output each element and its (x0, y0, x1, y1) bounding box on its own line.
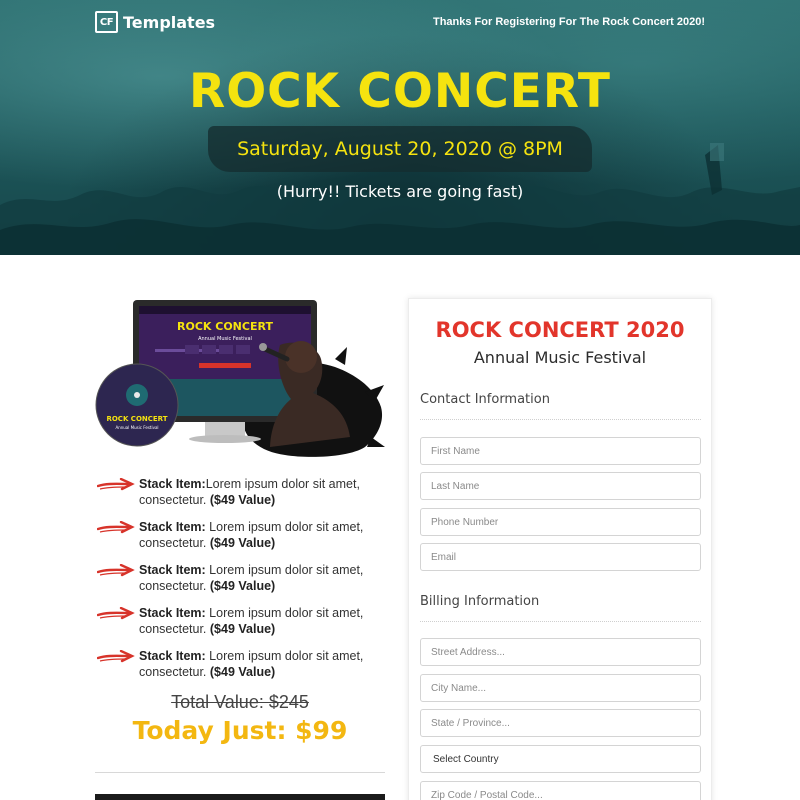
red-arrow-icon (97, 607, 135, 620)
stack-item-label: Stack Item: (139, 520, 206, 534)
red-arrow-icon (97, 564, 135, 577)
list-item: Stack Item:Lorem ipsum dolor sit amet, c… (97, 476, 387, 519)
list-item: Stack Item: Lorem ipsum dolor sit amet, … (97, 648, 387, 691)
stack-item-value: ($49 Value) (209, 536, 276, 550)
email-field[interactable] (420, 543, 701, 571)
disc-subtitle: Annual Music Festival (115, 425, 158, 430)
stack-item-label: Stack Item: (139, 477, 206, 491)
video-preview[interactable] (95, 794, 385, 800)
section-divider (420, 419, 701, 420)
stack-item-value: ($49 Value) (209, 579, 276, 593)
stack-item-text: Stack Item:Lorem ipsum dolor sit amet, c… (139, 476, 387, 508)
stack-item-text: Stack Item: Lorem ipsum dolor sit amet, … (139, 562, 387, 594)
billing-heading: Billing Information (420, 594, 540, 609)
stack-item-text: Stack Item: Lorem ipsum dolor sit amet, … (139, 648, 387, 680)
screen-subtitle: Annual Music Festival (198, 336, 252, 342)
section-divider (420, 621, 701, 622)
list-item: Stack Item: Lorem ipsum dolor sit amet, … (97, 519, 387, 562)
stack-item-value: ($49 Value) (209, 493, 276, 507)
screen-title: ROCK CONCERT (177, 320, 273, 333)
divider (95, 772, 385, 773)
stack-item-label: Stack Item: (139, 606, 206, 620)
brand-logo[interactable]: CF Templates (95, 11, 215, 33)
logo-mark-icon: CF (95, 11, 118, 33)
first-name-field[interactable] (420, 437, 701, 465)
country-select-label: Select Country (433, 753, 499, 765)
order-form-card: ROCK CONCERT 2020 Annual Music Festival … (408, 298, 712, 800)
form-title: ROCK CONCERT 2020 (435, 318, 685, 342)
stack-item-value: ($49 Value) (209, 622, 276, 636)
stack-item-label: Stack Item: (139, 563, 206, 577)
last-name-field[interactable] (420, 472, 701, 500)
date-band: Saturday, August 20, 2020 @ 8PM (208, 126, 592, 172)
stack-item-value: ($49 Value) (209, 665, 276, 679)
country-select[interactable]: Select Country (420, 745, 701, 773)
zip-field[interactable] (420, 781, 701, 800)
stack-item-label: Stack Item: (139, 649, 206, 663)
logo-text: Templates (123, 12, 216, 32)
phone-field[interactable] (420, 508, 701, 536)
stack-item-text: Stack Item: Lorem ipsum dolor sit amet, … (139, 605, 387, 637)
today-price: Today Just: $99 (132, 716, 348, 745)
total-value: Total Value: $245 (171, 692, 309, 712)
street-address-field[interactable] (420, 638, 701, 666)
urgency-text: (Hurry!! Tickets are going fast) (276, 182, 524, 201)
hero-banner: CF Templates Thanks For Registering For … (0, 0, 800, 255)
thanks-message: Thanks For Registering For The Rock Conc… (432, 16, 705, 28)
state-field[interactable] (420, 709, 701, 737)
red-arrow-icon (97, 650, 135, 663)
stack-item-text: Stack Item: Lorem ipsum dolor sit amet, … (139, 519, 387, 551)
list-item: Stack Item: Lorem ipsum dolor sit amet, … (97, 562, 387, 605)
event-date: Saturday, August 20, 2020 @ 8PM (237, 138, 563, 160)
product-mockup-image: ROCK CONCERT Annual Music Festival ROCK … (95, 300, 385, 457)
form-subtitle: Annual Music Festival (473, 348, 647, 367)
list-item: Stack Item: Lorem ipsum dolor sit amet, … (97, 605, 387, 648)
red-arrow-icon (97, 521, 135, 534)
stack-list: Stack Item:Lorem ipsum dolor sit amet, c… (97, 476, 387, 691)
red-arrow-icon (97, 478, 135, 491)
disc-title: ROCK CONCERT (106, 415, 167, 423)
contact-heading: Contact Information (420, 392, 550, 407)
city-field[interactable] (420, 674, 701, 702)
hero-title: ROCK CONCERT (189, 64, 611, 119)
